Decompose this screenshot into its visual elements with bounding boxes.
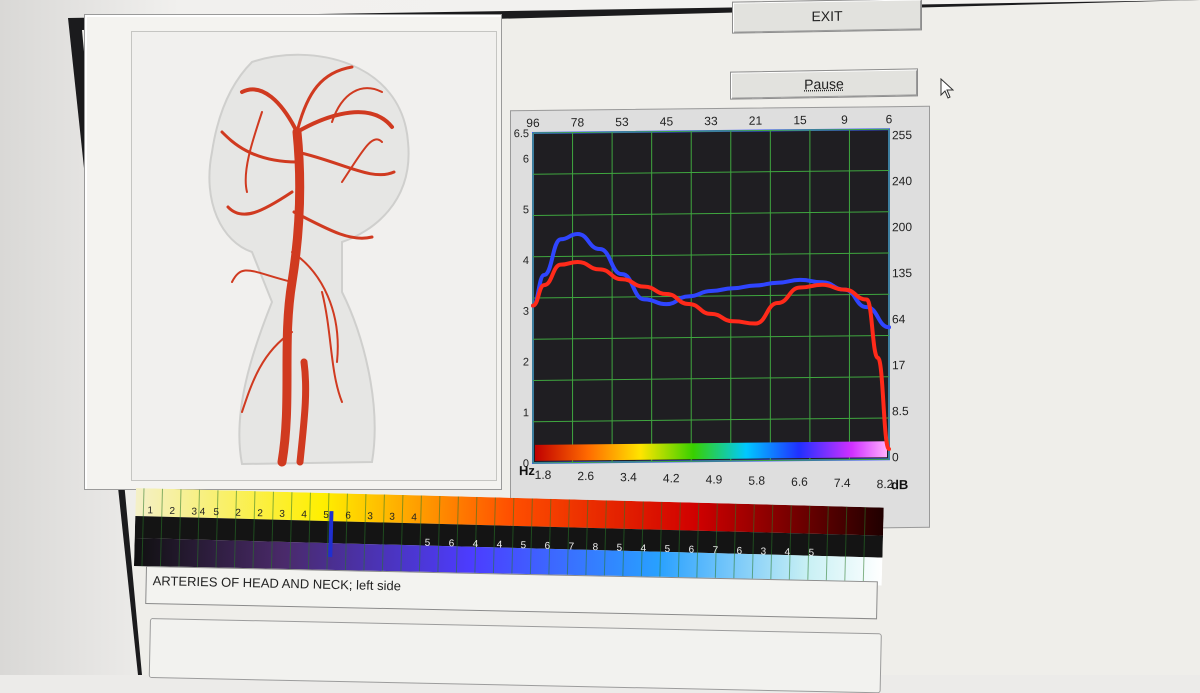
right-axis-tick: 255 xyxy=(892,128,912,142)
top-axis-tick: 15 xyxy=(793,113,807,127)
bottom-axis-tick: 4.9 xyxy=(706,472,723,486)
top-axis-tick: 53 xyxy=(615,115,629,129)
bottom-axis-tick: 3.4 xyxy=(620,470,637,484)
scale-label-middle: 7 xyxy=(712,545,718,556)
scale-label-top: 5 xyxy=(323,510,329,521)
left-axis-tick: 6 xyxy=(523,153,529,165)
spectrum-chart: 96 78 53 45 33 21 15 9 66.5654321025524020013564… xyxy=(514,112,913,492)
scale-label-middle: 4 xyxy=(496,539,502,550)
top-axis-tick: 78 xyxy=(571,115,585,129)
exit-button-label: EXIT xyxy=(811,7,843,25)
y-unit-label: dB xyxy=(891,477,908,492)
head-neck-arteries-illustration xyxy=(208,53,410,467)
scale-label-middle: 5 xyxy=(520,540,526,551)
spectrum-chart-panel: 96 78 53 45 33 21 15 9 6 6.5 6 5 4 3 2 1 0 255 240 200 135 64… xyxy=(510,105,930,533)
exit-button[interactable]: EXIT xyxy=(732,0,922,34)
bottom-axis-tick: 5.8 xyxy=(748,474,765,488)
scale-label-top: 3 xyxy=(389,512,395,523)
top-axis-tick: 33 xyxy=(704,114,718,128)
scale-label-middle: 5 xyxy=(664,544,670,555)
scale-label-top: 2 xyxy=(235,508,241,519)
right-axis-tick: 240 xyxy=(892,174,912,188)
right-axis-tick: 135 xyxy=(892,266,912,280)
right-axis-tick: 8.5 xyxy=(892,404,909,418)
scale-label-top: 4 xyxy=(301,509,307,520)
status-text: ARTERIES OF HEAD AND NECK; left side xyxy=(152,573,402,594)
bottom-axis-tick: 4.2 xyxy=(663,471,680,485)
anatomy-image-frame xyxy=(131,31,497,481)
scale-label-middle: 4 xyxy=(472,539,478,550)
scale-label-top: 6 xyxy=(345,510,351,521)
scale-label-middle: 5 xyxy=(616,543,622,554)
top-axis-tick: 21 xyxy=(749,114,763,128)
top-axis-tick: 45 xyxy=(660,114,674,128)
x-unit-label: Hz xyxy=(519,463,535,478)
scale-label-middle: 4 xyxy=(784,547,790,558)
scale-label-middle: 5 xyxy=(425,538,431,549)
bottom-axis-tick: 7.4 xyxy=(834,476,851,490)
scale-label-middle: 4 xyxy=(640,543,646,554)
scale-label-middle: 7 xyxy=(568,541,574,552)
bottom-axis-tick: 6.6 xyxy=(791,475,808,489)
left-axis-tick: 3 xyxy=(523,306,529,318)
left-axis-tick: 4 xyxy=(523,255,529,267)
pause-button-label: Pause xyxy=(804,75,844,93)
left-axis-tick: 1 xyxy=(523,407,529,419)
scale-label-top: 1 xyxy=(147,505,153,516)
scale-label-top: 3 xyxy=(279,509,285,520)
scale-label-middle: 8 xyxy=(592,542,598,553)
top-axis-tick: 6 xyxy=(886,112,893,126)
scale-label-top: 4 xyxy=(411,512,417,523)
mouse-pointer-icon xyxy=(940,78,954,99)
scale-label-middle: 6 xyxy=(449,538,455,549)
scale-label-top: 3 xyxy=(367,511,373,522)
scale-label-top: 2 xyxy=(257,508,263,519)
scale-label-middle: 6 xyxy=(544,541,550,552)
top-axis-tick: 9 xyxy=(841,113,848,127)
scale-label-middle: 5 xyxy=(808,548,814,559)
scale-label-middle: 6 xyxy=(688,544,694,555)
pause-button[interactable]: Pause xyxy=(730,68,918,100)
left-axis-tick: 5 xyxy=(523,204,529,216)
right-axis-tick: 200 xyxy=(892,220,912,234)
scale-label-top: 5 xyxy=(213,507,219,518)
bottom-axis-tick: 1.8 xyxy=(535,468,552,482)
right-axis-tick: 17 xyxy=(892,358,906,372)
scale-label-middle: 3 xyxy=(760,546,766,557)
scale-label-middle: 6 xyxy=(736,546,742,557)
right-axis-tick: 64 xyxy=(892,312,906,326)
left-axis-tick: 2 xyxy=(523,356,529,368)
scale-label-top: 2 xyxy=(169,506,175,517)
image-panel xyxy=(84,14,502,490)
left-axis-tick: 6.5 xyxy=(514,128,529,140)
scale-label-top: 3 4 xyxy=(191,506,206,517)
bottom-axis-tick: 2.6 xyxy=(577,469,594,483)
right-axis-tick: 0 xyxy=(892,450,899,464)
